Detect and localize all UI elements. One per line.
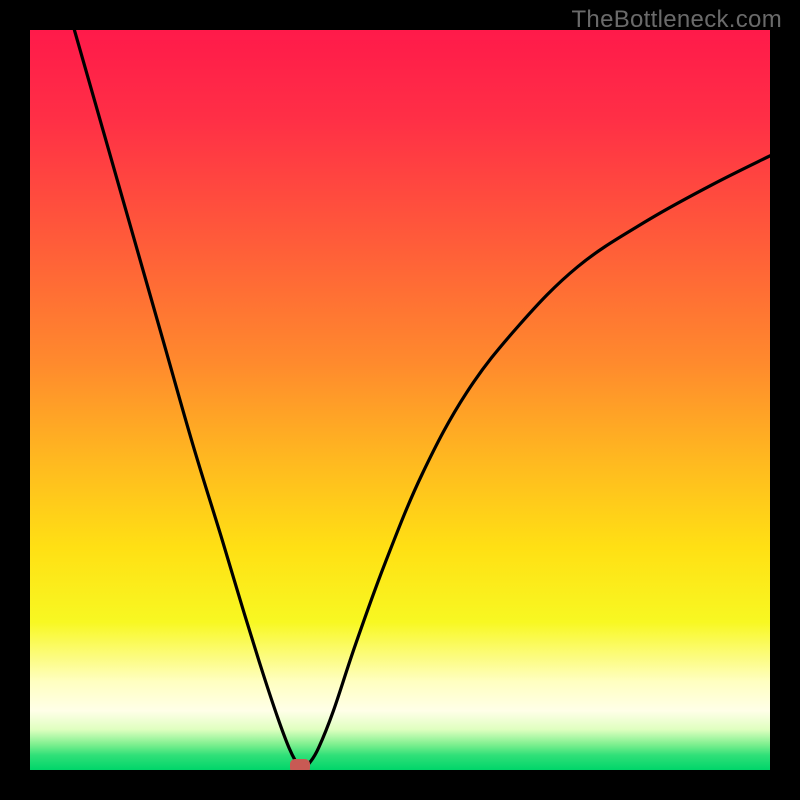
optimal-marker bbox=[290, 759, 310, 770]
plot-area bbox=[30, 30, 770, 770]
watermark-text: TheBottleneck.com bbox=[571, 6, 782, 34]
curve-layer bbox=[30, 30, 770, 770]
bottleneck-curve bbox=[74, 30, 770, 768]
